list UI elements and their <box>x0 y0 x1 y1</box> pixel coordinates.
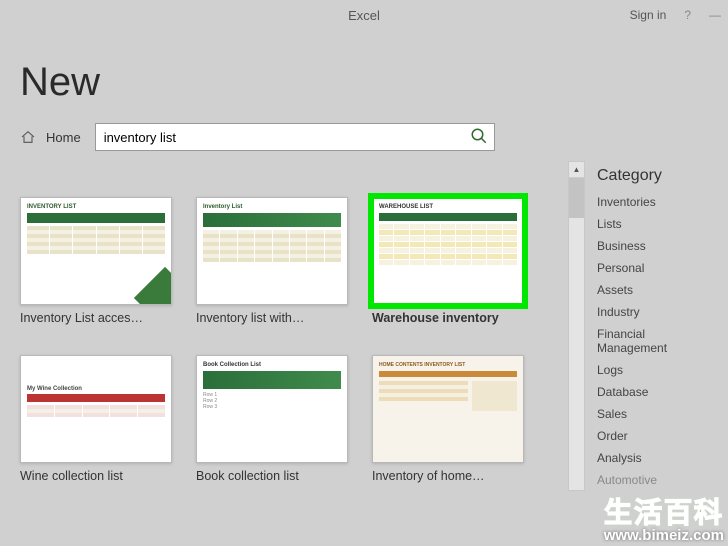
category-item[interactable]: Industry <box>597 301 708 323</box>
category-item[interactable]: Automotive <box>597 469 708 491</box>
template-label: Book collection list <box>196 469 348 483</box>
home-icon[interactable] <box>20 130 36 144</box>
template-label: Inventory List acces… <box>20 311 172 325</box>
category-item[interactable]: Sales <box>597 403 708 425</box>
template-warehouse-inventory[interactable]: WAREHOUSE LIST Warehouse inventory <box>372 197 524 325</box>
template-inventory-list-access[interactable]: INVENTORY LIST Inventory List acces… <box>20 197 172 325</box>
category-item[interactable]: Financial Management <box>597 323 708 359</box>
search-icon[interactable] <box>470 127 488 148</box>
template-label: Wine collection list <box>20 469 172 483</box>
template-book-collection-list[interactable]: Book Collection List Row 1 Row 2 Row 3 B… <box>196 355 348 483</box>
page-title: New <box>20 60 708 105</box>
search-box[interactable] <box>95 123 495 151</box>
title-bar: Excel Sign in ? — <box>0 0 728 30</box>
category-item[interactable]: Business <box>597 235 708 257</box>
category-item[interactable]: Lists <box>597 213 708 235</box>
app-title: Excel <box>348 8 380 23</box>
search-input[interactable] <box>104 130 470 145</box>
category-item[interactable]: Inventories <box>597 191 708 213</box>
template-label: Inventory of home… <box>372 469 524 483</box>
category-item[interactable]: Analysis <box>597 447 708 469</box>
category-item[interactable]: Assets <box>597 279 708 301</box>
category-item[interactable]: Database <box>597 381 708 403</box>
watermark-url: www.bimeiz.com <box>604 527 724 544</box>
scroll-up-icon[interactable]: ▲ <box>569 162 584 178</box>
template-badge-icon <box>134 267 172 305</box>
category-item[interactable]: Personal <box>597 257 708 279</box>
template-inventory-of-home[interactable]: HOME CONTENTS INVENTORY LIST Invento <box>372 355 524 483</box>
breadcrumb: Home <box>20 123 708 151</box>
minimize-button[interactable]: — <box>709 8 720 22</box>
home-breadcrumb[interactable]: Home <box>46 130 81 145</box>
category-item[interactable]: Logs <box>597 359 708 381</box>
scrollbar-thumb[interactable] <box>569 178 584 218</box>
template-label: Inventory list with… <box>196 311 348 325</box>
category-item[interactable]: Order <box>597 425 708 447</box>
help-button[interactable]: ? <box>684 8 691 22</box>
template-label: Warehouse inventory <box>372 311 524 325</box>
template-results: INVENTORY LIST Inventory List acces… Inv… <box>20 161 560 491</box>
template-inventory-list-with[interactable]: Inventory List Inventory list with… <box>196 197 348 325</box>
watermark: 生活百科 www.bimeiz.com <box>604 491 724 544</box>
sign-in-link[interactable]: Sign in <box>630 8 667 22</box>
watermark-text: 生活百科 <box>604 491 724 531</box>
sidebar-heading: Category <box>597 167 708 185</box>
template-wine-collection-list[interactable]: My Wine Collection Wine collection list <box>20 355 172 483</box>
results-scrollbar[interactable]: ▲ <box>568 161 585 491</box>
category-sidebar: Category Inventories Lists Business Pers… <box>585 161 708 491</box>
